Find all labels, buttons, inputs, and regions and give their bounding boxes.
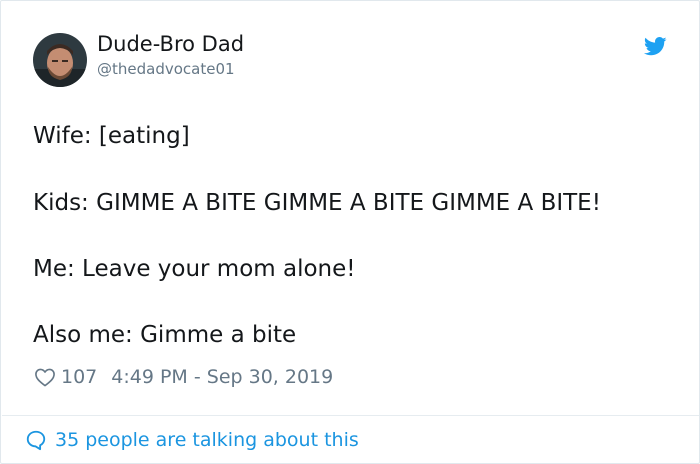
like-count[interactable]: 107 [61, 366, 97, 388]
tweet-text-line: Kids: GIMME A BITE GIMME A BITE GIMME A … [33, 190, 601, 216]
twitter-bird-icon[interactable] [644, 37, 667, 56]
display-name[interactable]: Dude-Bro Dad [97, 32, 244, 56]
tweet-meta-row: 107 4:49 PM - Sep 30, 2019 [34, 365, 333, 389]
divider [2, 415, 699, 416]
tweet-card: Dude-Bro Dad @thedadvocate01 Wife: [eati… [0, 0, 700, 464]
heart-icon[interactable] [34, 367, 56, 387]
user-handle[interactable]: @thedadvocate01 [97, 60, 235, 78]
speech-bubble-icon [26, 430, 46, 451]
avatar-photo [33, 33, 87, 87]
discussion-label: 35 people are talking about this [55, 429, 359, 451]
discussion-link[interactable]: 35 people are talking about this [25, 427, 359, 453]
avatar[interactable] [33, 33, 87, 87]
tweet-timestamp[interactable]: 4:49 PM - Sep 30, 2019 [111, 366, 333, 388]
tweet-text-line: Wife: [eating] [33, 123, 190, 149]
tweet-text-line: Me: Leave your mom alone! [33, 256, 356, 282]
tweet-text-line: Also me: Gimme a bite [33, 322, 297, 348]
